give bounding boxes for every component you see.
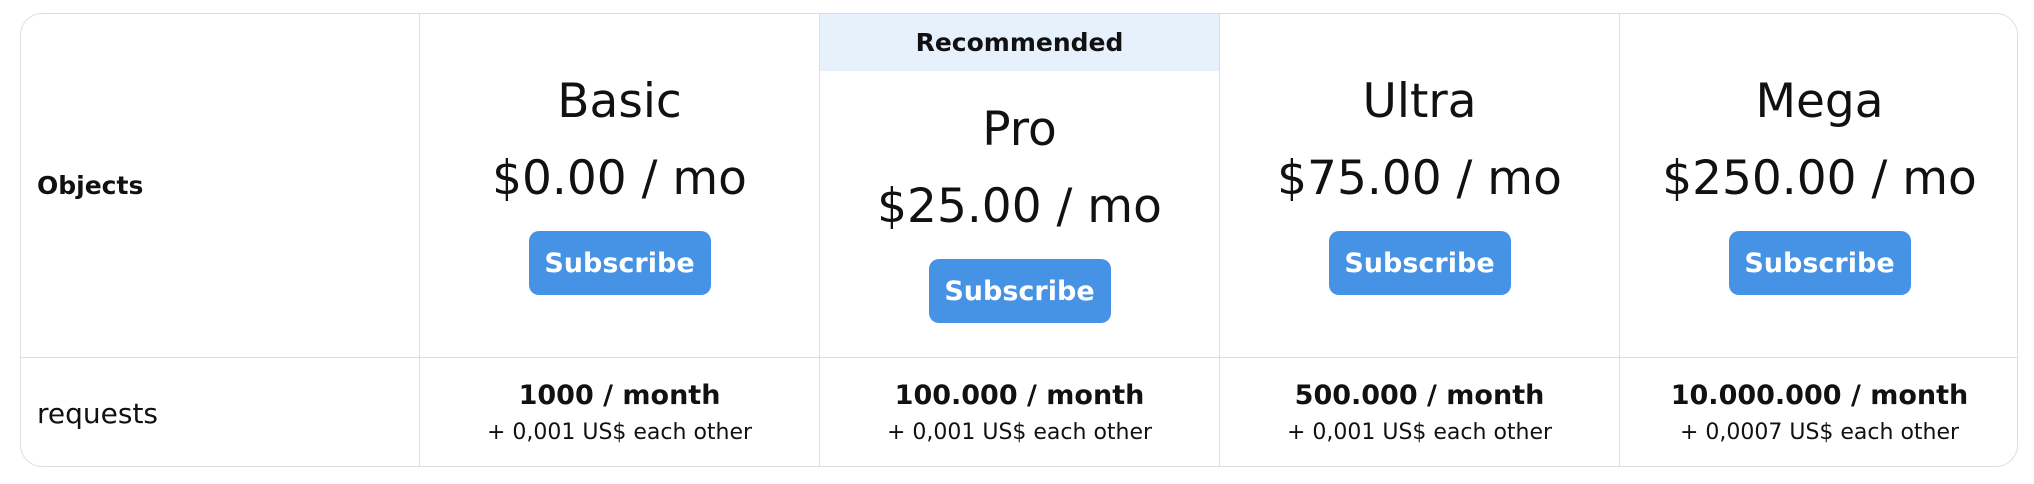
plan-basic: Basic $0.00 / mo Subscribe bbox=[420, 14, 820, 358]
plan-price: $75.00 / mo bbox=[1277, 151, 1562, 206]
quota-overage: + 0,001 US$ each other bbox=[1286, 420, 1553, 445]
quota-ultra: 500.000 / month + 0,001 US$ each other bbox=[1220, 358, 1620, 466]
plan-name: Basic bbox=[557, 74, 682, 129]
quota-basic: 1000 / month + 0,001 US$ each other bbox=[420, 358, 820, 466]
quota-amount: 100.000 / month bbox=[894, 379, 1145, 411]
plan-name: Mega bbox=[1755, 74, 1884, 129]
plan-mega: Mega $250.00 / mo Subscribe bbox=[1620, 14, 2017, 358]
plan-ultra: Ultra $75.00 / mo Subscribe bbox=[1220, 14, 1620, 358]
requests-row-label-cell: requests bbox=[21, 358, 420, 466]
quota-pro: 100.000 / month + 0,001 US$ each other bbox=[820, 358, 1220, 466]
subscribe-button-ultra[interactable]: Subscribe bbox=[1328, 231, 1511, 295]
plan-price: $0.00 / mo bbox=[492, 151, 747, 206]
quota-amount: 500.000 / month bbox=[1294, 379, 1545, 411]
plan-name: Pro bbox=[982, 102, 1057, 157]
plan-price: $250.00 / mo bbox=[1662, 151, 1977, 206]
requests-row-label: requests bbox=[37, 396, 159, 430]
plan-name: Ultra bbox=[1362, 74, 1477, 129]
subscribe-button-mega[interactable]: Subscribe bbox=[1728, 231, 1911, 295]
plan-price: $25.00 / mo bbox=[877, 179, 1162, 234]
quota-overage: + 0,001 US$ each other bbox=[486, 420, 753, 445]
subscribe-button-basic[interactable]: Subscribe bbox=[528, 231, 711, 295]
subscribe-button-pro[interactable]: Subscribe bbox=[928, 259, 1111, 323]
pricing-table: Objects Basic $0.00 / mo Subscribe Recom… bbox=[20, 13, 2018, 467]
quota-overage: + 0,001 US$ each other bbox=[886, 420, 1153, 445]
quota-mega: 10.000.000 / month + 0,0007 US$ each oth… bbox=[1620, 358, 2017, 466]
objects-row-label: Objects bbox=[37, 171, 144, 200]
objects-row-label-cell: Objects bbox=[21, 14, 420, 358]
quota-overage: + 0,0007 US$ each other bbox=[1679, 420, 1960, 445]
quota-amount: 10.000.000 / month bbox=[1670, 379, 1969, 411]
plan-pro: Recommended Pro $25.00 / mo Subscribe bbox=[820, 14, 1220, 358]
recommended-badge: Recommended bbox=[820, 14, 1219, 71]
quota-amount: 1000 / month bbox=[518, 379, 721, 411]
